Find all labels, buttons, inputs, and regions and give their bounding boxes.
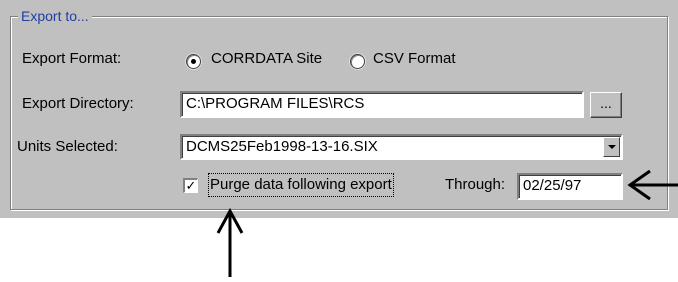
purge-checkbox[interactable]: ✓ xyxy=(183,178,198,193)
up-arrow-annotation xyxy=(216,207,244,277)
browse-button[interactable]: ... xyxy=(590,92,622,118)
units-selected-value: DCMS25Feb1998-13-16.SIX xyxy=(186,138,378,155)
groupbox-title: Export to... xyxy=(18,7,92,25)
export-directory-input[interactable]: C:\PROGRAM FILES\RCS xyxy=(180,91,584,118)
through-label: Through: xyxy=(445,176,506,193)
radio-corrdata-site-label[interactable]: CORRDATA Site xyxy=(211,49,322,69)
through-date-input[interactable]: 02/25/97 xyxy=(517,173,623,200)
chevron-down-icon xyxy=(608,145,616,149)
radio-selected-dot xyxy=(191,59,196,64)
radio-csv-format[interactable] xyxy=(350,54,365,69)
units-selected-label: Units Selected: xyxy=(17,138,118,155)
radio-corrdata-site[interactable] xyxy=(186,54,201,69)
purge-checkbox-label[interactable]: Purge data following export xyxy=(208,173,394,197)
export-directory-label: Export Directory: xyxy=(22,95,134,112)
export-format-label: Export Format: xyxy=(22,50,122,67)
export-dialog: Export to... Export Format: CORRDATA Sit… xyxy=(0,0,678,218)
units-selected-combobox[interactable]: DCMS25Feb1998-13-16.SIX xyxy=(180,134,623,160)
combobox-dropdown-button[interactable] xyxy=(603,137,620,157)
radio-csv-format-label[interactable]: CSV Format xyxy=(373,49,456,69)
right-arrow-annotation xyxy=(627,169,678,201)
